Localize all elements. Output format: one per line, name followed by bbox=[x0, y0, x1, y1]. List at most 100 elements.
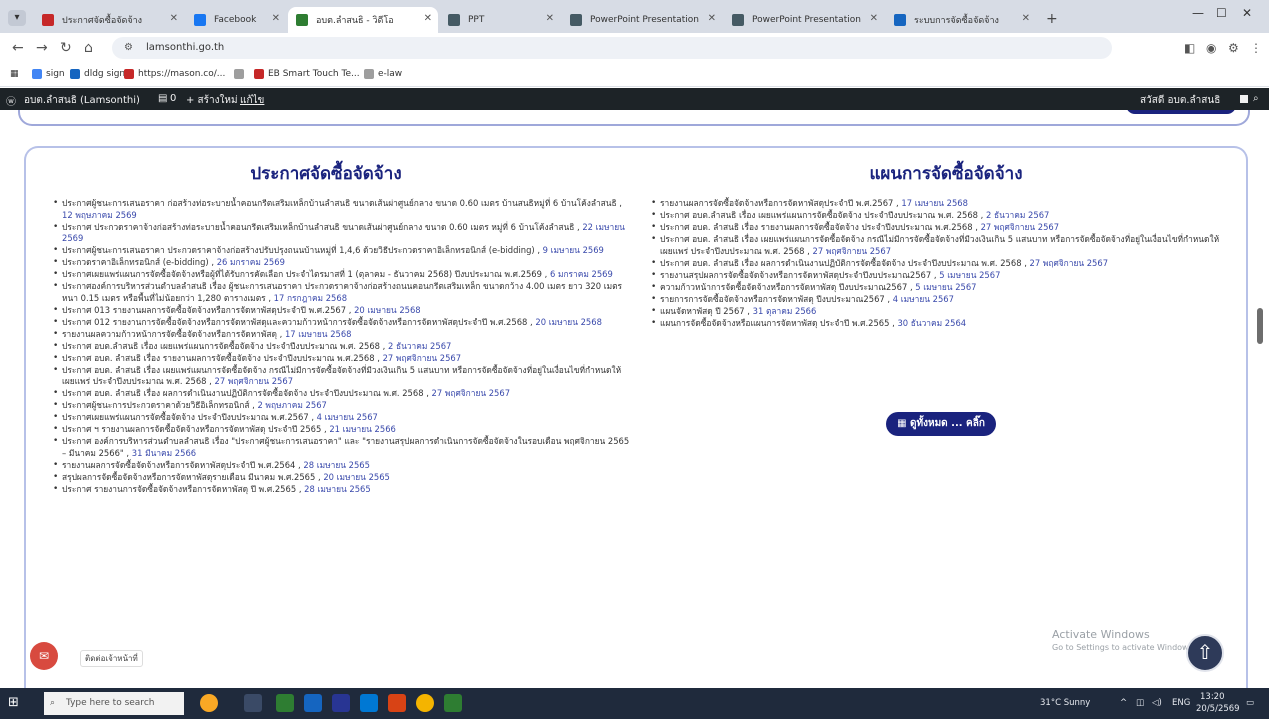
chat-icon[interactable]: ✉ bbox=[30, 642, 58, 670]
item-title-link[interactable]: ประกาศเผยแพร่แผนการจัดซื้อจัดจ้าง ประจำป… bbox=[62, 412, 309, 422]
item-title-link[interactable]: สรุปผลการจัดซื้อจัดจ้างหรือการจัดหาพัสดุ… bbox=[62, 472, 315, 482]
list-item[interactable]: ประกาศ อบต. ลำสนธิ เรื่อง รายงานผลการจัด… bbox=[650, 222, 1224, 234]
scroll-to-top-button[interactable]: ⇧ bbox=[1186, 634, 1224, 672]
list-item[interactable]: ประกาศ ประกวดราคาจ้างก่อสร้างท่อระบายน้ำ… bbox=[52, 222, 632, 245]
browser-tab[interactable]: PPT ✕ bbox=[440, 7, 560, 33]
wordpress-logo-icon[interactable]: ⓦ bbox=[6, 93, 16, 108]
browser-tab[interactable]: ประกาศจัดซื้อจัดจ้าง ✕ bbox=[34, 7, 184, 33]
taskbar-search-field[interactable]: ⌕ Type here to search bbox=[44, 692, 184, 715]
page-scrollbar[interactable] bbox=[1257, 110, 1263, 688]
item-title-link[interactable]: ประกาศ อบต.ลำสนธิ เรื่อง เผยแพร่แผนการจั… bbox=[62, 341, 380, 351]
avatar[interactable] bbox=[1240, 95, 1248, 103]
menu-icon[interactable]: ⋮ bbox=[1250, 41, 1262, 55]
admin-site-name[interactable]: อบต.ลำสนธิ (Lamsonthi) bbox=[24, 93, 140, 108]
list-item[interactable]: รายการการจัดซื้อจัดจ้างหรือการจัดหาพัสดุ… bbox=[650, 294, 1224, 306]
item-title-link[interactable]: ประกาศ อบต. ลำสนธิ เรื่อง เผยแพร่แผนการจ… bbox=[62, 365, 621, 387]
item-title-link[interactable]: ประกาศ 012 รายงานการจัดซื้อจัดจ้างหรือกา… bbox=[62, 317, 527, 327]
tab-close-icon[interactable]: ✕ bbox=[424, 13, 432, 24]
browser-tab[interactable]: ระบบการจัดซื้อจัดจ้าง ✕ bbox=[886, 7, 1036, 33]
list-item[interactable]: รายงานสรุปผลการจัดซื้อจัดจ้างหรือการจัดห… bbox=[650, 270, 1224, 282]
url-field[interactable]: ⚙ lamsonthi.go.th bbox=[112, 37, 1112, 59]
item-title-link[interactable]: ประกาศ ฯ รายงานผลการจัดซื้อจัดจ้างหรือกา… bbox=[62, 424, 321, 434]
language-indicator[interactable]: ENG bbox=[1172, 698, 1190, 708]
tab-close-icon[interactable]: ✕ bbox=[870, 13, 878, 24]
list-item[interactable]: ประกวดราคาอิเล็กทรอนิกส์ (e-bidding) , 2… bbox=[52, 257, 632, 269]
reload-icon[interactable]: ↻ bbox=[60, 40, 72, 56]
list-item[interactable]: ประกาศ อบต. ลำสนธิ เรื่อง ผลการดำเนินงาน… bbox=[52, 388, 632, 400]
list-item[interactable]: ประกาศเผยแพร่แผนการจัดซื้อจัดจ้าง ประจำป… bbox=[52, 412, 632, 424]
list-item[interactable]: ประกาศ อบต. ลำสนธิ เรื่อง ผลการดำเนินงาน… bbox=[650, 258, 1224, 270]
list-item[interactable]: ประกาศ อบต. ลำสนธิ เรื่อง เผยแพร่แผนการจ… bbox=[650, 234, 1224, 257]
app-icon[interactable] bbox=[444, 694, 462, 712]
list-item[interactable]: สรุปผลการจัดซื้อจัดจ้างหรือการจัดหาพัสดุ… bbox=[52, 472, 632, 484]
list-item[interactable]: ประกาศ อบต.ลำสนธิ เรื่อง เผยแพร่แผนการจั… bbox=[52, 341, 632, 353]
extensions-icon[interactable]: ◧ bbox=[1184, 41, 1195, 55]
volume-icon[interactable]: ◁) bbox=[1152, 698, 1162, 708]
profile-icon[interactable]: ◉ bbox=[1206, 41, 1216, 55]
admin-user-greeting[interactable]: สวัสดี อบต.ลำสนธิ bbox=[1140, 93, 1220, 108]
item-title-link[interactable]: ประกาศ อบต. ลำสนธิ เรื่อง ผลการดำเนินงาน… bbox=[62, 388, 424, 398]
tray-overflow-icon[interactable]: ^ bbox=[1120, 698, 1127, 708]
list-item[interactable]: ประกาศ อบต. ลำสนธิ เรื่อง เผยแพร่แผนการจ… bbox=[52, 365, 632, 388]
item-title-link[interactable]: ประกาศ อบต. ลำสนธิ เรื่อง เผยแพร่แผนการจ… bbox=[660, 234, 1219, 256]
bookmark-item[interactable]: https://mason.co/... bbox=[124, 69, 225, 79]
list-item[interactable]: ประกาศ อบต. ลำสนธิ เรื่อง รายงานผลการจัด… bbox=[52, 353, 632, 365]
item-title-link[interactable]: ประกาศ อบต. ลำสนธิ เรื่อง ผลการดำเนินงาน… bbox=[660, 258, 1022, 268]
list-item[interactable]: ประกาศ ฯ รายงานผลการจัดซื้อจัดจ้างหรือกา… bbox=[52, 424, 632, 436]
list-item[interactable]: ประกาศผู้ชนะการเสนอราคา ประกวดราคาจ้างก่… bbox=[52, 245, 632, 257]
weather-status[interactable]: 31°C Sunny bbox=[1040, 698, 1090, 708]
item-title-link[interactable]: ความก้าวหน้าการจัดซื้อจัดจ้างหรือการจัดห… bbox=[660, 282, 907, 292]
clock-date[interactable]: 20/5/2569 bbox=[1196, 704, 1240, 714]
notifications-icon[interactable]: ▭ bbox=[1246, 698, 1254, 708]
item-title-link[interactable]: แผนการจัดซื้อจัดจ้างหรือแผนการจัดหาพัสดุ… bbox=[660, 318, 889, 328]
list-item[interactable]: ความก้าวหน้าการจัดซื้อจัดจ้างหรือการจัดห… bbox=[650, 282, 1224, 294]
admin-new-button[interactable]: + สร้างใหม่ bbox=[186, 93, 238, 108]
widgets-icon[interactable] bbox=[200, 694, 218, 712]
settings-icon[interactable]: ⚙ bbox=[1228, 41, 1239, 55]
back-icon[interactable]: ← bbox=[12, 40, 24, 56]
tab-close-icon[interactable]: ✕ bbox=[272, 13, 280, 24]
chrome-icon[interactable] bbox=[416, 694, 434, 712]
item-title-link[interactable]: แผนจัดหาพัสดุ ปี 2567 bbox=[660, 306, 745, 316]
list-item[interactable]: รายงานผลความก้าวหน้าการจัดซื้อจัดจ้างหรื… bbox=[52, 329, 632, 341]
item-title-link[interactable]: ประกาศผู้ชนะการประกวดราคาด้วยวิธีอิเล็กท… bbox=[62, 400, 249, 410]
list-item[interactable]: ประกาศองค์การบริหารส่วนตำบลลำสนธิ เรื่อง… bbox=[52, 281, 632, 304]
tab-close-icon[interactable]: ✕ bbox=[170, 13, 178, 24]
comments-count[interactable]: 0 bbox=[170, 93, 176, 104]
close-window-icon[interactable]: ✕ bbox=[1242, 6, 1252, 20]
view-all-button[interactable]: ▦ ดูทั้งหมด ... คลิ๊ก bbox=[886, 412, 996, 436]
item-title-link[interactable]: ประกาศเผยแพร่แผนการจัดซื้อจัดจ้างหรือผู้… bbox=[62, 269, 542, 279]
previous-section-button[interactable] bbox=[1126, 110, 1236, 114]
network-icon[interactable]: ◫ bbox=[1136, 698, 1144, 708]
excel-icon[interactable] bbox=[276, 694, 294, 712]
list-item[interactable]: ประกาศ รายงานการจัดซื้อจัดจ้างหรือการจัด… bbox=[52, 484, 632, 496]
item-title-link[interactable]: รายงานสรุปผลการจัดซื้อจัดจ้างหรือการจัดห… bbox=[660, 270, 931, 280]
item-title-link[interactable]: ประกาศ รายงานการจัดซื้อจัดจ้างหรือการจัด… bbox=[62, 484, 296, 494]
minimize-icon[interactable]: — bbox=[1192, 6, 1204, 20]
list-item[interactable]: รายงานผลการจัดซื้อจัดจ้างหรือการจัดหาพัส… bbox=[650, 198, 1224, 210]
tab-close-icon[interactable]: ✕ bbox=[708, 13, 716, 24]
list-item[interactable]: ประกาศ 013 รายงานผลการจัดซื้อจัดจ้างหรือ… bbox=[52, 305, 632, 317]
item-title-link[interactable]: ประกาศ อบต. ลำสนธิ เรื่อง รายงานผลการจัด… bbox=[660, 222, 973, 232]
bookmark-item[interactable]: e-law bbox=[364, 69, 402, 79]
list-item[interactable]: ประกาศผู้ชนะการประกวดราคาด้วยวิธีอิเล็กท… bbox=[52, 400, 632, 412]
list-item[interactable]: ประกาศผู้ชนะการเสนอราคา ก่อสร้างท่อระบาย… bbox=[52, 198, 632, 221]
maximize-icon[interactable]: ☐ bbox=[1216, 6, 1227, 20]
windows-start-icon[interactable]: ⊞ bbox=[8, 696, 22, 710]
item-title-link[interactable]: รายงานผลการจัดซื้อจัดจ้างหรือการจัดหาพัส… bbox=[62, 460, 295, 470]
browser-tab[interactable]: อบต.ลำสนธิ - วิดีโอ ✕ bbox=[288, 7, 438, 33]
site-info-icon[interactable]: ⚙ bbox=[124, 37, 133, 59]
tab-close-icon[interactable]: ✕ bbox=[1022, 13, 1030, 24]
bookmark-item[interactable] bbox=[234, 69, 248, 79]
comments-icon[interactable]: ▤ bbox=[158, 93, 167, 104]
browser-tab[interactable]: Facebook ✕ bbox=[186, 7, 286, 33]
list-item[interactable]: ประกาศเผยแพร่แผนการจัดซื้อจัดจ้างหรือผู้… bbox=[52, 269, 632, 281]
forward-icon[interactable]: → bbox=[36, 40, 48, 56]
tab-search-icon[interactable]: ▾ bbox=[8, 10, 26, 26]
list-item[interactable]: ประกาศ อบต.ลำสนธิ เรื่อง เผยแพร่แผนการจั… bbox=[650, 210, 1224, 222]
scrollbar-thumb[interactable] bbox=[1257, 308, 1263, 344]
item-title-link[interactable]: ประกาศ ประกวดราคาจ้างก่อสร้างท่อระบายน้ำ… bbox=[62, 222, 574, 232]
list-item[interactable]: ประกาศ องค์การบริหารส่วนตำบลลำสนธิ เรื่อ… bbox=[52, 436, 632, 459]
bookmark-item[interactable]: sign bbox=[32, 69, 65, 79]
list-item[interactable]: แผนการจัดซื้อจัดจ้างหรือแผนการจัดหาพัสดุ… bbox=[650, 318, 1224, 330]
